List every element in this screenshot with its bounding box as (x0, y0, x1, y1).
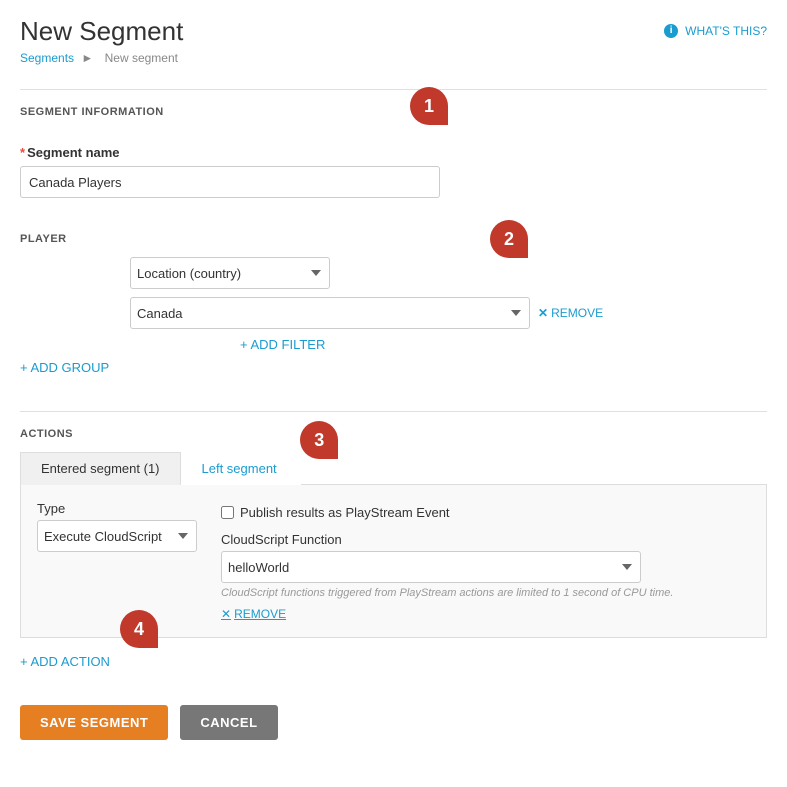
callout-4: 4 (120, 610, 158, 648)
breadcrumb-current: New segment (105, 51, 178, 65)
type-block: Type Execute CloudScript Send Email Gran… (37, 501, 197, 552)
cloudscript-label: CloudScript Function (221, 532, 673, 547)
action-right-block: Publish results as PlayStream Event Clou… (221, 501, 673, 621)
add-group-link[interactable]: + ADD GROUP (20, 360, 109, 375)
breadcrumb-separator: ► (81, 51, 93, 65)
callout-1: 1 (410, 87, 448, 125)
type-label: Type (37, 501, 197, 516)
callout-3: 3 (300, 421, 338, 459)
publish-label: Publish results as PlayStream Event (240, 505, 450, 520)
breadcrumb-parent-link[interactable]: Segments (20, 51, 74, 65)
add-action-link[interactable]: + ADD ACTION (20, 654, 110, 669)
cancel-button[interactable]: CANCEL (180, 705, 277, 740)
breadcrumb: Segments ► New segment (20, 51, 183, 65)
save-segment-button[interactable]: SAVE SEGMENT (20, 705, 168, 740)
remove-action-x-icon: ✕ (221, 607, 231, 621)
tab-left-segment[interactable]: Left segment 3 (181, 452, 302, 485)
segment-information-title: SEGMENT INFORMATION (20, 106, 767, 118)
filter-value-row: Canada United States United Kingdom Aust… (130, 297, 767, 329)
filter-type-row: Location (country) Player Level Tag Last… (130, 257, 767, 289)
remove-filter-link[interactable]: ✕ REMOVE (538, 306, 603, 320)
info-icon: i (664, 24, 678, 38)
player-section: 2 PLAYER Location (country) Player Level… (20, 218, 767, 352)
actions-divider (20, 411, 767, 412)
btn-row: SAVE SEGMENT CANCEL (20, 705, 767, 740)
player-title: PLAYER (20, 233, 767, 245)
remove-action-link[interactable]: ✕ REMOVE (221, 607, 673, 621)
page-title: New Segment (20, 16, 183, 47)
cloudscript-block: CloudScript Function helloWorld grantIte… (221, 532, 673, 621)
whats-this-link[interactable]: WHAT'S THIS? (685, 24, 767, 38)
segment-name-label: *Segment name (20, 145, 767, 160)
publish-checkbox-row: Publish results as PlayStream Event (221, 505, 673, 520)
header-divider (20, 89, 767, 90)
actions-title: ACTIONS (20, 428, 767, 440)
callout-2: 2 (490, 220, 528, 258)
publish-checkbox[interactable] (221, 506, 234, 519)
required-star: * (20, 145, 25, 160)
type-publish-row: Type Execute CloudScript Send Email Gran… (37, 501, 750, 621)
tab-entered-segment[interactable]: Entered segment (1) (20, 452, 181, 485)
segment-name-input[interactable] (20, 166, 440, 198)
tabs-row: Entered segment (1) Left segment 3 (20, 452, 767, 485)
x-icon: ✕ (538, 306, 548, 320)
cloudscript-select[interactable]: helloWorld grantItem sendNotification (221, 551, 641, 583)
segment-information-section: SEGMENT INFORMATION 1 *Segment name (20, 106, 767, 198)
actions-section: ACTIONS Entered segment (1) Left segment… (20, 428, 767, 638)
cloudscript-note: CloudScript functions triggered from Pla… (221, 587, 673, 599)
filter-type-select[interactable]: Location (country) Player Level Tag Last… (130, 257, 330, 289)
type-select[interactable]: Execute CloudScript Send Email Grant Ite… (37, 520, 197, 552)
add-filter-link[interactable]: + ADD FILTER (240, 337, 325, 352)
filter-value-select[interactable]: Canada United States United Kingdom Aust… (130, 297, 530, 329)
